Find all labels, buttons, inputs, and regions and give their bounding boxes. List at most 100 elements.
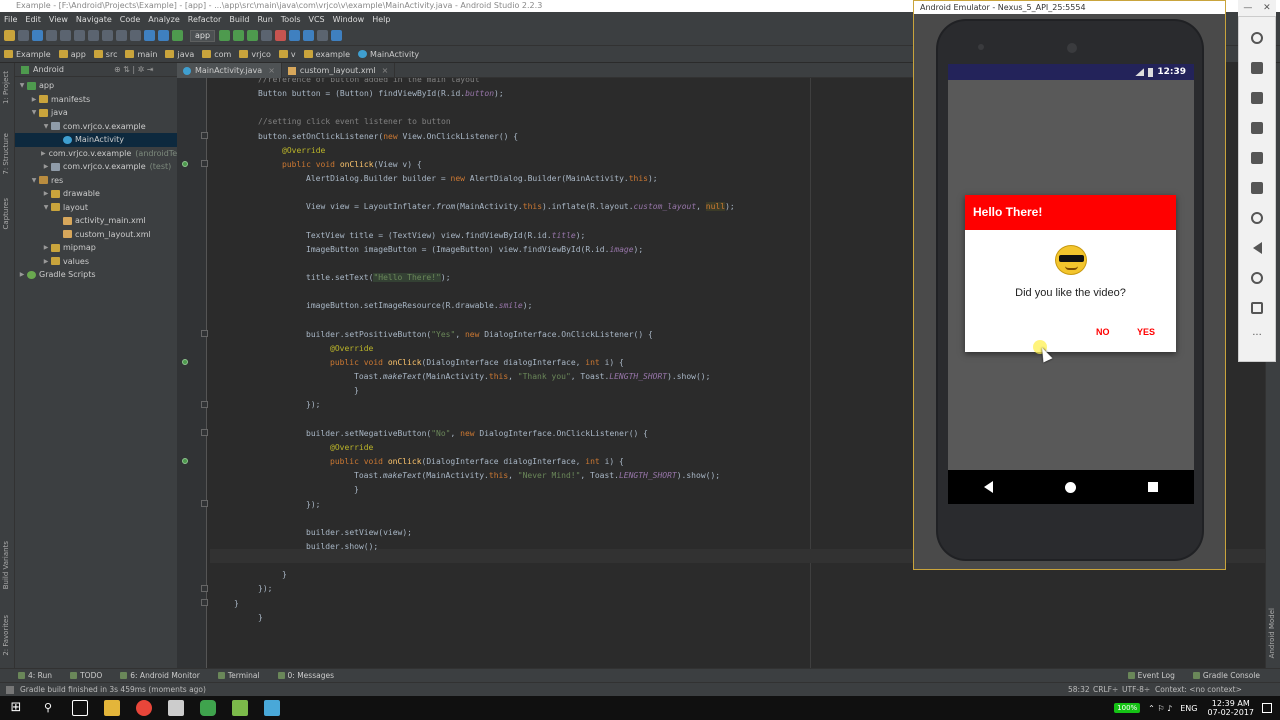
expand-arrow-icon[interactable]: ▶ — [17, 271, 27, 278]
copy-icon[interactable] — [88, 30, 99, 41]
breadcrumb-item[interactable]: example — [303, 50, 350, 59]
override-gutter-icon[interactable] — [182, 359, 188, 365]
fold-marker-icon[interactable] — [201, 330, 208, 337]
run-config-select[interactable]: app — [190, 29, 216, 42]
caret-position[interactable]: 58:32 — [1068, 685, 1090, 694]
breadcrumb-item[interactable]: java — [165, 50, 194, 59]
task-view-icon[interactable] — [72, 700, 88, 716]
menu-vcs[interactable]: VCS — [309, 15, 325, 24]
zoom-icon[interactable] — [1251, 212, 1263, 224]
nav-recents-icon[interactable] — [1148, 482, 1158, 492]
expand-arrow-icon[interactable]: ▶ — [41, 150, 46, 157]
tree-item[interactable]: ▶ Gradle Scripts — [15, 268, 177, 282]
editor-tab[interactable]: MainActivity.java × — [177, 63, 282, 78]
tree-item[interactable]: ▶ mipmap — [15, 241, 177, 255]
emulator-icon[interactable] — [264, 700, 280, 716]
cut-icon[interactable] — [74, 30, 85, 41]
tree-item[interactable]: MainActivity — [15, 133, 177, 147]
photos-icon[interactable] — [168, 700, 184, 716]
breadcrumb-item[interactable]: Example — [4, 50, 51, 59]
tool-window-favorites[interactable]: 2: Favorites — [2, 615, 10, 656]
fold-marker-icon[interactable] — [201, 585, 208, 592]
minimize-icon[interactable]: — — [1243, 3, 1252, 13]
menu-file[interactable]: File — [4, 15, 17, 24]
project-view-mode[interactable]: Android — [33, 65, 64, 74]
battery-indicator[interactable]: 100% — [1114, 703, 1141, 713]
rotate-left-icon[interactable] — [1251, 122, 1263, 134]
start-icon[interactable]: ⊞ — [8, 700, 24, 716]
forward-icon[interactable] — [158, 30, 169, 41]
attach-debugger-icon[interactable] — [247, 30, 259, 41]
tree-item[interactable]: ▼ app — [15, 79, 177, 93]
breadcrumb-item[interactable]: src — [93, 50, 117, 59]
menu-code[interactable]: Code — [120, 15, 140, 24]
dialog-no-button[interactable]: NO — [1096, 327, 1110, 337]
chrome-icon[interactable] — [136, 700, 152, 716]
clock[interactable]: 12:39 AM 07-02-2017 — [1208, 699, 1255, 717]
stop-icon[interactable] — [275, 30, 287, 41]
breadcrumb-item[interactable]: main — [125, 50, 157, 59]
close-tab-icon[interactable]: × — [268, 66, 275, 75]
tree-item[interactable]: ▶ values — [15, 255, 177, 269]
fold-marker-icon[interactable] — [201, 132, 208, 139]
app-icon[interactable] — [232, 700, 248, 716]
undo-icon[interactable] — [46, 30, 57, 41]
tool-window-build-variants[interactable]: Build Variants — [2, 541, 10, 589]
settings-icon[interactable]: ⊕ ⇅ | ✲ ⇥ — [114, 65, 154, 74]
fold-marker-icon[interactable] — [201, 160, 208, 167]
expand-arrow-icon[interactable]: ▼ — [41, 123, 51, 130]
avd-manager-icon[interactable] — [289, 30, 301, 41]
bottom-tab[interactable]: Event Log — [1127, 671, 1175, 680]
expand-arrow-icon[interactable]: ▼ — [29, 177, 39, 184]
bottom-tab[interactable]: 4: Run — [18, 671, 52, 680]
home-icon[interactable] — [1251, 272, 1263, 284]
language-indicator[interactable]: ENG — [1180, 704, 1197, 713]
fold-marker-icon[interactable] — [201, 599, 208, 606]
tree-item[interactable]: ▶ drawable — [15, 187, 177, 201]
bottom-tab[interactable]: Terminal — [217, 671, 260, 680]
find-icon[interactable] — [116, 30, 127, 41]
file-explorer-icon[interactable] — [104, 700, 120, 716]
tool-window-captures[interactable]: Captures — [2, 198, 10, 229]
editor-tab[interactable]: custom_layout.xml × — [282, 63, 396, 78]
notifications-icon[interactable] — [1262, 703, 1272, 713]
dialog-yes-button[interactable]: YES — [1137, 327, 1155, 337]
tree-item[interactable]: ▼ com.vrjco.v.example — [15, 120, 177, 134]
expand-arrow-icon[interactable]: ▶ — [41, 190, 51, 197]
menu-view[interactable]: View — [49, 15, 68, 24]
breadcrumb-item[interactable]: v — [278, 50, 296, 59]
expand-arrow-icon[interactable]: ▶ — [41, 258, 51, 265]
back-icon[interactable] — [144, 30, 155, 41]
replace-icon[interactable] — [130, 30, 141, 41]
sdk-manager-icon[interactable] — [303, 30, 315, 41]
project-structure-icon[interactable] — [317, 30, 329, 41]
coverage-icon[interactable] — [261, 30, 273, 41]
screenshot-icon[interactable] — [1251, 182, 1263, 194]
menu-run[interactable]: Run — [257, 15, 272, 24]
make-project-icon[interactable] — [172, 30, 183, 41]
expand-arrow-icon[interactable]: ▶ — [41, 163, 51, 170]
rotate-right-icon[interactable] — [1251, 152, 1263, 164]
tree-item[interactable]: ▼ java — [15, 106, 177, 120]
power-icon[interactable] — [1251, 32, 1263, 44]
fold-marker-icon[interactable] — [201, 429, 208, 436]
tree-item[interactable]: activity_main.xml — [15, 214, 177, 228]
fold-marker-icon[interactable] — [201, 500, 208, 507]
more-icon[interactable]: ··· — [1251, 331, 1263, 344]
debug-icon[interactable] — [233, 30, 245, 41]
tree-item[interactable]: ▼ res — [15, 174, 177, 188]
line-separator[interactable]: CRLF÷ — [1093, 685, 1118, 694]
close-tab-icon[interactable]: × — [382, 66, 389, 75]
fold-marker-icon[interactable] — [201, 401, 208, 408]
expand-arrow-icon[interactable]: ▼ — [29, 109, 39, 116]
expand-arrow-icon[interactable]: ▼ — [17, 82, 27, 89]
tool-window-structure[interactable]: 7: Structure — [2, 133, 10, 175]
breadcrumb-item[interactable]: com — [202, 50, 231, 59]
breadcrumb-item[interactable]: MainActivity — [358, 50, 419, 59]
tree-item[interactable]: ▶ manifests — [15, 93, 177, 107]
smile-image-button[interactable] — [1055, 245, 1087, 275]
redo-icon[interactable] — [60, 30, 71, 41]
tree-item[interactable]: ▼ layout — [15, 201, 177, 215]
bottom-tab[interactable]: 0: Messages — [277, 671, 334, 680]
menu-tools[interactable]: Tools — [281, 15, 301, 24]
